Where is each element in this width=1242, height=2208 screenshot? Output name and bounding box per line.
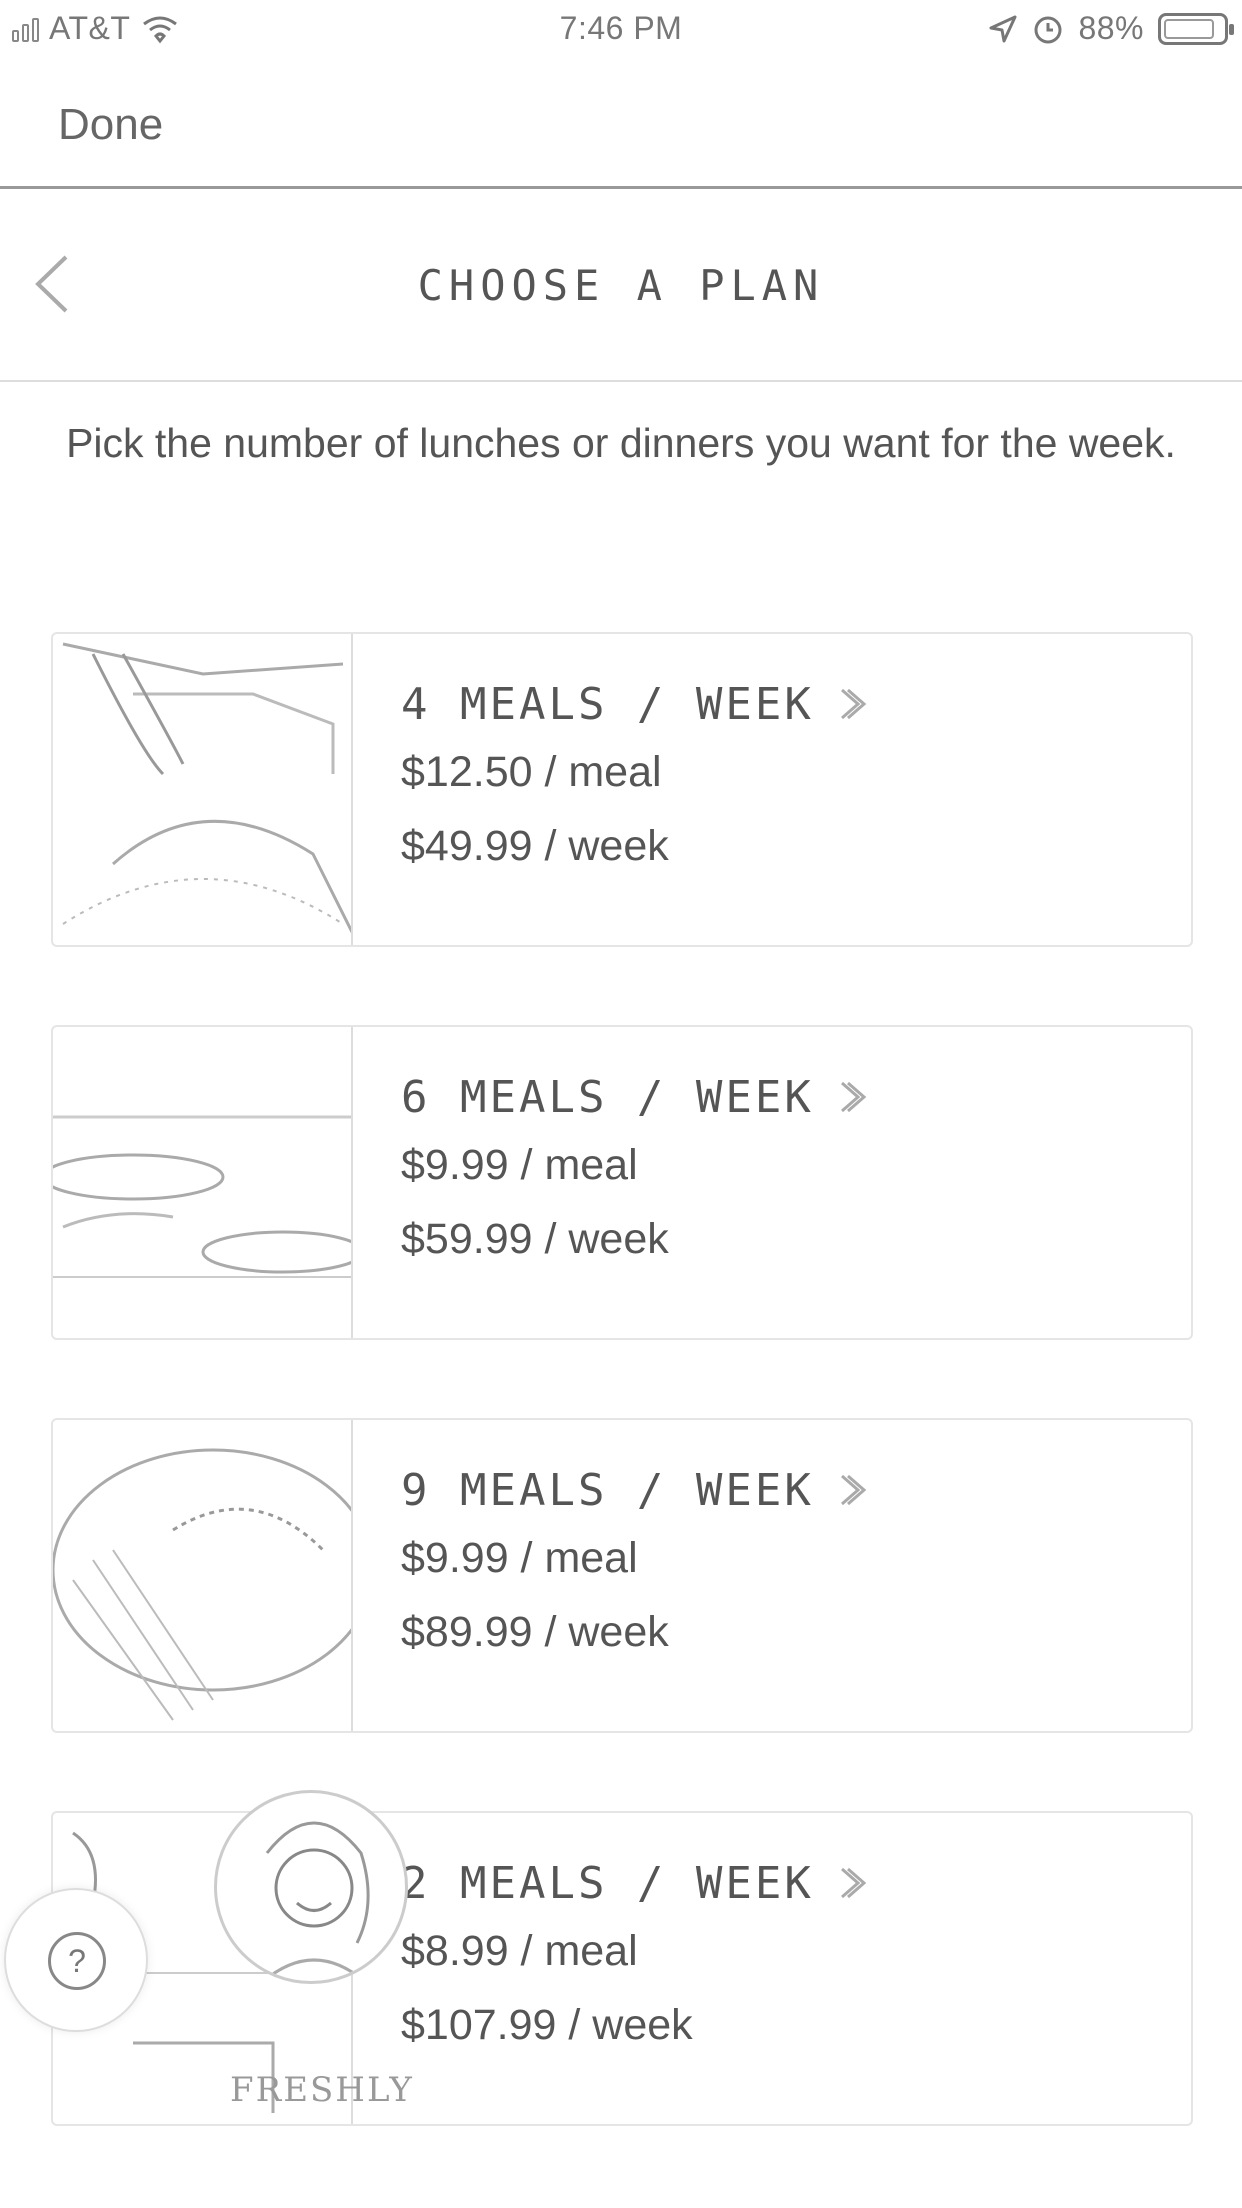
plan-card-4-meals[interactable]: 4 MEALS / WEEK $12.50 / meal $49.99 / we… [51, 632, 1193, 947]
plan-title: 6 MEALS / WEEK [401, 1071, 814, 1123]
page-title: CHOOSE A PLAN [417, 261, 825, 310]
done-button[interactable]: Done [58, 100, 163, 150]
plan-info: 4 MEALS / WEEK $12.50 / meal $49.99 / we… [401, 674, 868, 882]
price-per-meal: $9.99 / meal [401, 1141, 638, 1189]
plan-image [53, 1027, 353, 1338]
question-icon: ? [48, 1932, 106, 1990]
plan-title: 4 MEALS / WEEK [401, 678, 814, 730]
help-button[interactable]: ? [4, 1888, 148, 2032]
price-per-meal: $12.50 / meal [401, 748, 662, 796]
plan-title-row: 2 MEALS / WEEK [401, 1853, 868, 1913]
plan-title-row: 9 MEALS / WEEK [401, 1460, 868, 1520]
price-per-week: $107.99 / week [401, 2001, 693, 2049]
plan-title-row: 4 MEALS / WEEK [401, 674, 868, 734]
location-icon [989, 15, 1017, 42]
plan-image [53, 634, 353, 945]
page-header: CHOOSE A PLAN [0, 189, 1242, 381]
battery-icon [1158, 12, 1234, 45]
chevron-right-icon [840, 1081, 867, 1113]
status-bar: AT&T 7:46 PM 88% [0, 0, 1242, 60]
plan-title-row: 6 MEALS / WEEK [401, 1067, 868, 1127]
plan-info: 6 MEALS / WEEK $9.99 / meal $59.99 / wee… [401, 1067, 868, 1275]
plan-image [53, 1420, 353, 1731]
alarm-icon [1034, 16, 1062, 43]
price-per-week: $59.99 / week [401, 1215, 669, 1263]
plan-info: 2 MEALS / WEEK $8.99 / meal $107.99 / we… [401, 1853, 868, 2061]
plan-card-9-meals[interactable]: 9 MEALS / WEEK $9.99 / meal $89.99 / wee… [51, 1418, 1193, 1733]
battery-percent: 88% [1078, 10, 1144, 46]
plan-title: 9 MEALS / WEEK [401, 1464, 814, 1516]
price-per-meal: $9.99 / meal [401, 1534, 638, 1582]
status-right: 88% [988, 10, 1234, 47]
price-per-week: $49.99 / week [401, 822, 669, 870]
plan-title: 2 MEALS / WEEK [401, 1857, 814, 1909]
header-divider [0, 380, 1242, 382]
intro-text: Pick the number of lunches or dinners yo… [66, 420, 1176, 466]
chevron-right-icon [840, 1867, 867, 1899]
chevron-right-icon [840, 1474, 867, 1506]
clock: 7:46 PM [559, 10, 683, 46]
brand-logo: FRESHLY [230, 2070, 414, 2110]
price-per-week: $89.99 / week [401, 1608, 669, 1656]
price-per-meal: $8.99 / meal [401, 1927, 638, 1975]
support-agent-avatar[interactable] [214, 1790, 408, 1984]
plan-card-6-meals[interactable]: 6 MEALS / WEEK $9.99 / meal $59.99 / wee… [51, 1025, 1193, 1340]
chevron-right-icon [840, 688, 867, 720]
plan-info: 9 MEALS / WEEK $9.99 / meal $89.99 / wee… [401, 1460, 868, 1668]
